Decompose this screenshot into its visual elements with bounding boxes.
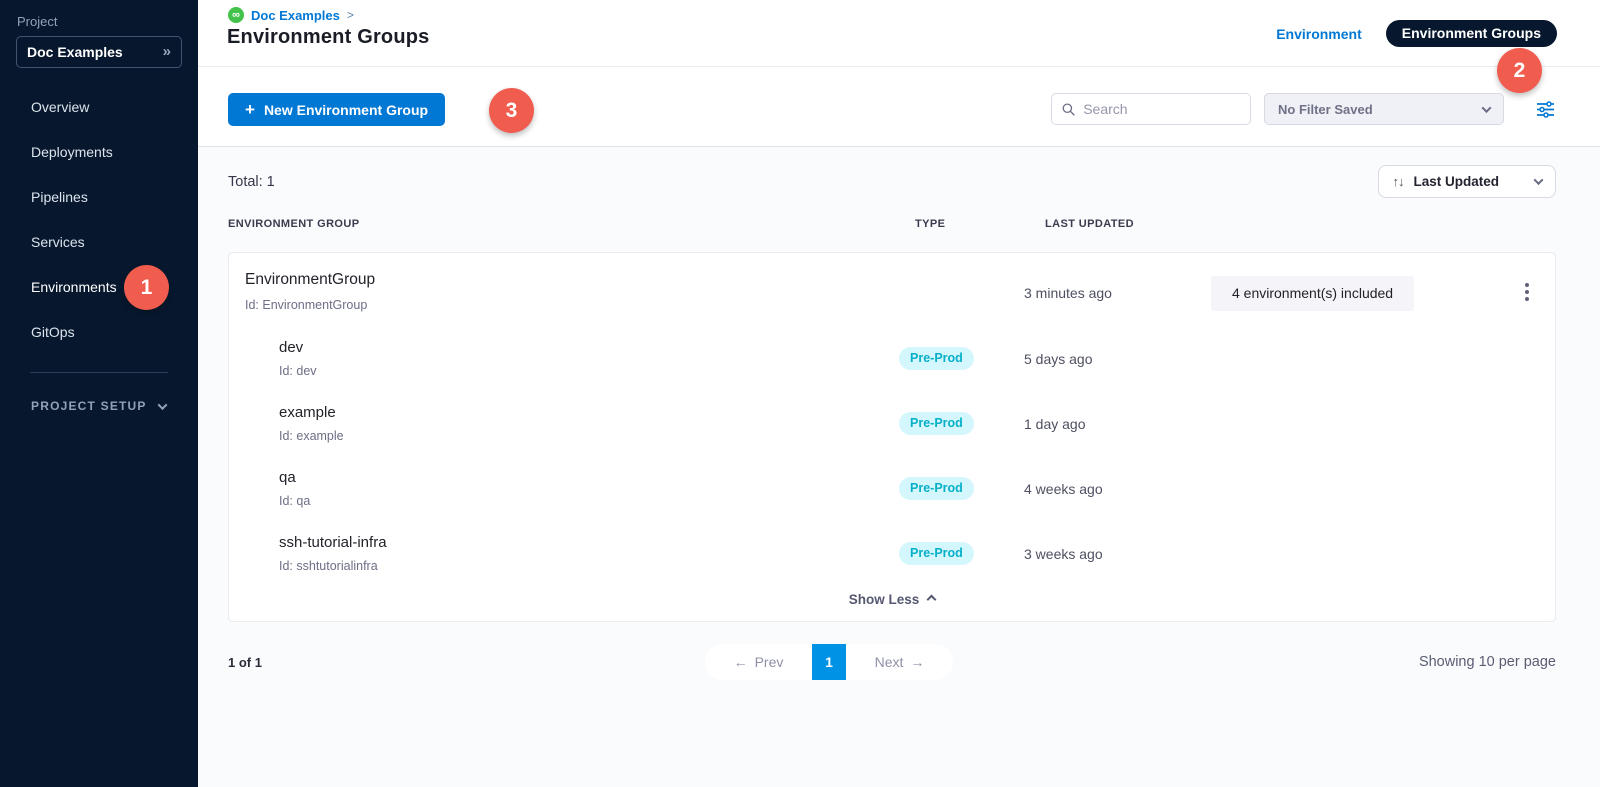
app-root: Project Doc Examples » Overview Deployme… xyxy=(0,0,1600,787)
show-less-label: Show Less xyxy=(849,592,920,607)
right-arrow-icon: → xyxy=(910,654,924,670)
new-environment-group-button[interactable]: + New Environment Group xyxy=(228,93,445,126)
annotation-badge-3: 3 xyxy=(489,88,534,133)
sidebar-item-label: GitOps xyxy=(31,324,75,340)
column-header-last-updated: LAST UPDATED xyxy=(1045,218,1134,230)
project-label: Project xyxy=(17,14,198,29)
plus-icon: + xyxy=(245,100,255,120)
chevron-down-icon xyxy=(157,400,167,410)
view-tabs: Environment Environment Groups xyxy=(1276,20,1557,47)
pagination-row: 1 of 1 ← Prev 1 Next → Showing 10 per pa… xyxy=(228,644,1556,680)
search-input[interactable] xyxy=(1083,101,1240,117)
chevron-up-icon xyxy=(927,595,937,605)
column-header-type: TYPE xyxy=(915,218,945,230)
sidebar-item-label: Environments xyxy=(31,279,117,295)
table-header-row: ENVIRONMENT GROUP TYPE LAST UPDATED xyxy=(228,218,1556,232)
environment-last-updated: 3 weeks ago xyxy=(1024,546,1103,562)
environment-type-badge: Pre-Prod xyxy=(899,412,974,435)
environment-row-ssh-tutorial-infra[interactable]: ssh-tutorial-infra Id: sshtutorialinfra … xyxy=(229,521,1555,586)
cd-module-icon: ∞ xyxy=(228,7,244,23)
sidebar-item-gitops[interactable]: GitOps xyxy=(0,309,198,354)
search-icon xyxy=(1062,102,1075,117)
column-header-environment-group: ENVIRONMENT GROUP xyxy=(228,218,359,230)
left-arrow-icon: ← xyxy=(734,654,748,670)
sidebar-item-label: Deployments xyxy=(31,144,113,160)
sort-arrows-icon: ↑↓ xyxy=(1392,174,1403,189)
environment-type-badge: Pre-Prod xyxy=(899,347,974,370)
prev-button[interactable]: ← Prev xyxy=(705,644,812,680)
filter-sliders-icon xyxy=(1536,101,1555,118)
page-info: 1 of 1 xyxy=(228,655,262,670)
filter-saved-dropdown[interactable]: No Filter Saved xyxy=(1264,93,1504,125)
breadcrumb[interactable]: ∞ Doc Examples > xyxy=(228,7,354,23)
sidebar-item-label: Services xyxy=(31,234,85,250)
main-area: ∞ Doc Examples > Environment Groups Envi… xyxy=(198,0,1600,787)
environment-group-row[interactable]: EnvironmentGroup Id: EnvironmentGroup 3 … xyxy=(229,253,1555,326)
next-button[interactable]: Next → xyxy=(846,644,953,680)
project-setup-label: PROJECT SETUP xyxy=(31,399,147,413)
sort-dropdown[interactable]: ↑↓ Last Updated xyxy=(1378,165,1556,198)
group-last-updated: 3 minutes ago xyxy=(1024,285,1112,301)
environment-row-example[interactable]: example Id: example Pre-Prod 1 day ago xyxy=(229,391,1555,456)
breadcrumb-project-link[interactable]: Doc Examples xyxy=(251,8,340,23)
annotation-badge-1: 1 xyxy=(124,265,169,310)
prev-label: Prev xyxy=(755,654,784,670)
project-selector[interactable]: Doc Examples » xyxy=(16,36,182,68)
environment-group-card: EnvironmentGroup Id: EnvironmentGroup 3 … xyxy=(228,252,1556,622)
sidebar-item-pipelines[interactable]: Pipelines xyxy=(0,174,198,219)
environment-row-dev[interactable]: dev Id: dev Pre-Prod 5 days ago xyxy=(229,326,1555,391)
filter-saved-label: No Filter Saved xyxy=(1278,102,1373,117)
environment-last-updated: 4 weeks ago xyxy=(1024,481,1103,497)
sidebar-item-project-setup[interactable]: PROJECT SETUP xyxy=(31,399,198,413)
environment-last-updated: 1 day ago xyxy=(1024,416,1086,432)
page-title: Environment Groups xyxy=(227,26,430,49)
environment-row-qa[interactable]: qa Id: qa Pre-Prod 4 weeks ago xyxy=(229,456,1555,521)
sidebar-item-label: Pipelines xyxy=(31,189,88,205)
new-environment-group-label: New Environment Group xyxy=(264,102,428,118)
annotation-badge-2: 2 xyxy=(1497,48,1542,93)
sidebar: Project Doc Examples » Overview Deployme… xyxy=(0,0,198,787)
pagination: ← Prev 1 Next → xyxy=(705,644,953,680)
content-top-bar: Total: 1 ↑↓ Last Updated xyxy=(228,165,1556,198)
environment-type-badge: Pre-Prod xyxy=(899,477,974,500)
environment-type-badge: Pre-Prod xyxy=(899,542,974,565)
page-1-button[interactable]: 1 xyxy=(812,644,846,680)
kebab-menu-icon[interactable] xyxy=(1517,281,1537,303)
project-selector-name: Doc Examples xyxy=(27,44,123,60)
environment-count-badge: 4 environment(s) included xyxy=(1211,276,1414,311)
per-page-info: Showing 10 per page xyxy=(1419,654,1556,670)
filter-settings-button[interactable] xyxy=(1536,101,1555,118)
sidebar-item-deployments[interactable]: Deployments xyxy=(0,129,198,174)
tab-environment-groups[interactable]: Environment Groups xyxy=(1386,20,1557,47)
show-less-button[interactable]: Show Less xyxy=(229,586,1555,621)
tab-environment[interactable]: Environment xyxy=(1276,26,1362,42)
sidebar-item-services[interactable]: Services xyxy=(0,219,198,264)
chevron-down-icon xyxy=(1534,175,1544,185)
next-label: Next xyxy=(875,654,904,670)
content-area: Total: 1 ↑↓ Last Updated ENVIRONMENT GRO… xyxy=(198,147,1600,787)
page-header: ∞ Doc Examples > Environment Groups Envi… xyxy=(198,0,1600,67)
sidebar-divider xyxy=(30,372,168,373)
sidebar-item-overview[interactable]: Overview xyxy=(0,84,198,129)
sort-label: Last Updated xyxy=(1413,174,1499,189)
toolbar: + New Environment Group No Filter Saved xyxy=(198,67,1600,147)
toolbar-right: No Filter Saved xyxy=(1051,93,1555,125)
search-box xyxy=(1051,93,1251,125)
breadcrumb-separator: > xyxy=(347,8,354,22)
sidebar-item-label: Overview xyxy=(31,99,89,115)
environment-last-updated: 5 days ago xyxy=(1024,351,1093,367)
sidebar-nav: Overview Deployments Pipelines Services … xyxy=(0,68,198,354)
expand-sidebar-icon[interactable]: » xyxy=(163,43,171,60)
chevron-down-icon xyxy=(1482,103,1492,113)
total-count: Total: 1 xyxy=(228,174,275,190)
